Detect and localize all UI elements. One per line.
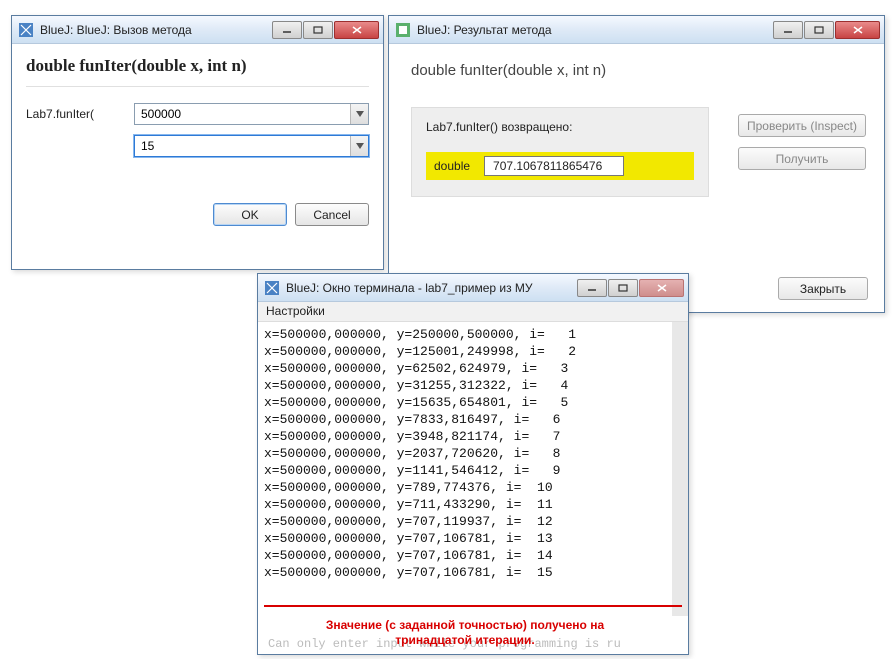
call-prefix-label: Lab7.funIter( bbox=[26, 107, 134, 121]
bluej-icon bbox=[18, 22, 34, 38]
dropdown-icon[interactable] bbox=[350, 136, 368, 156]
terminal-line: x=500000,000000, y=62502,624979, i= 3 bbox=[264, 360, 666, 377]
method-signature: double funIter(double x, int n) bbox=[26, 56, 369, 87]
minimize-button[interactable] bbox=[272, 21, 302, 39]
terminal-line: x=500000,000000, y=31255,312322, i= 4 bbox=[264, 377, 666, 394]
terminal-line: x=500000,000000, y=707,106781, i= 13 bbox=[264, 530, 666, 547]
method-signature: double funIter(double x, int n) bbox=[411, 62, 730, 79]
result-value: 707.1067811865476 bbox=[484, 156, 624, 176]
ok-button[interactable]: OK bbox=[213, 203, 287, 226]
close-button[interactable] bbox=[835, 21, 880, 39]
terminal-window: BlueJ: Окно терминала - lab7_пример из М… bbox=[257, 273, 689, 655]
maximize-button[interactable] bbox=[303, 21, 333, 39]
result-type: double bbox=[434, 159, 470, 173]
close-dialog-button[interactable]: Закрыть bbox=[778, 277, 868, 300]
terminal-line: x=500000,000000, y=125001,249998, i= 2 bbox=[264, 343, 666, 360]
separator-line bbox=[264, 605, 682, 607]
terminal-line: x=500000,000000, y=3948,821174, i= 7 bbox=[264, 428, 666, 445]
minimize-button[interactable] bbox=[577, 279, 607, 297]
result-panel: Lab7.funIter() возвращено: double 707.10… bbox=[411, 107, 709, 197]
red-annotation: Значение (с заданной точностью) получено… bbox=[264, 618, 666, 648]
window-title: BlueJ: BlueJ: Вызов метода bbox=[40, 23, 271, 37]
bluej-icon bbox=[264, 280, 280, 296]
maximize-button[interactable] bbox=[804, 21, 834, 39]
maximize-button[interactable] bbox=[608, 279, 638, 297]
result-row[interactable]: double 707.1067811865476 bbox=[426, 152, 694, 180]
titlebar[interactable]: BlueJ: Окно терминала - lab7_пример из М… bbox=[258, 274, 688, 302]
window-title: BlueJ: Окно терминала - lab7_пример из М… bbox=[286, 281, 576, 295]
method-call-window: BlueJ: BlueJ: Вызов метода double funIte… bbox=[11, 15, 384, 270]
get-button[interactable]: Получить bbox=[738, 147, 866, 170]
scrollbar-track[interactable] bbox=[672, 322, 688, 616]
terminal-line: x=500000,000000, y=7833,816497, i= 6 bbox=[264, 411, 666, 428]
minimize-button[interactable] bbox=[773, 21, 803, 39]
terminal-line: x=500000,000000, y=707,106781, i= 15 bbox=[264, 564, 666, 581]
arg2-input[interactable] bbox=[135, 136, 350, 156]
terminal-line: x=500000,000000, y=1141,546412, i= 9 bbox=[264, 462, 666, 479]
titlebar[interactable]: BlueJ: BlueJ: Вызов метода bbox=[12, 16, 383, 44]
terminal-output[interactable]: x=500000,000000, y=250000,500000, i= 1x=… bbox=[258, 322, 688, 616]
settings-menu[interactable]: Настройки bbox=[266, 304, 325, 318]
window-title: BlueJ: Результат метода bbox=[417, 23, 772, 37]
terminal-line: x=500000,000000, y=707,106781, i= 14 bbox=[264, 547, 666, 564]
terminal-line: x=500000,000000, y=15635,654801, i= 5 bbox=[264, 394, 666, 411]
arg1-combo[interactable] bbox=[134, 103, 369, 125]
terminal-line: x=500000,000000, y=250000,500000, i= 1 bbox=[264, 326, 666, 343]
inspect-button[interactable]: Проверить (Inspect) bbox=[738, 114, 866, 137]
terminal-line: x=500000,000000, y=2037,720620, i= 8 bbox=[264, 445, 666, 462]
terminal-line: x=500000,000000, y=711,433290, i= 11 bbox=[264, 496, 666, 513]
method-result-window: BlueJ: Результат метода double funIter(d… bbox=[388, 15, 885, 313]
arg2-combo[interactable] bbox=[134, 135, 369, 157]
menu-bar: Настройки bbox=[258, 302, 688, 322]
close-button[interactable] bbox=[639, 279, 684, 297]
close-button[interactable] bbox=[334, 21, 379, 39]
scrollbar-thumb[interactable] bbox=[673, 336, 687, 556]
titlebar[interactable]: BlueJ: Результат метода bbox=[389, 16, 884, 44]
arg1-input[interactable] bbox=[135, 104, 350, 124]
terminal-line: x=500000,000000, y=789,774376, i= 10 bbox=[264, 479, 666, 496]
terminal-line: x=500000,000000, y=707,119937, i= 12 bbox=[264, 513, 666, 530]
bluej-icon bbox=[395, 22, 411, 38]
dropdown-icon[interactable] bbox=[350, 104, 368, 124]
cancel-button[interactable]: Cancel bbox=[295, 203, 369, 226]
returned-label: Lab7.funIter() возвращено: bbox=[426, 120, 694, 134]
